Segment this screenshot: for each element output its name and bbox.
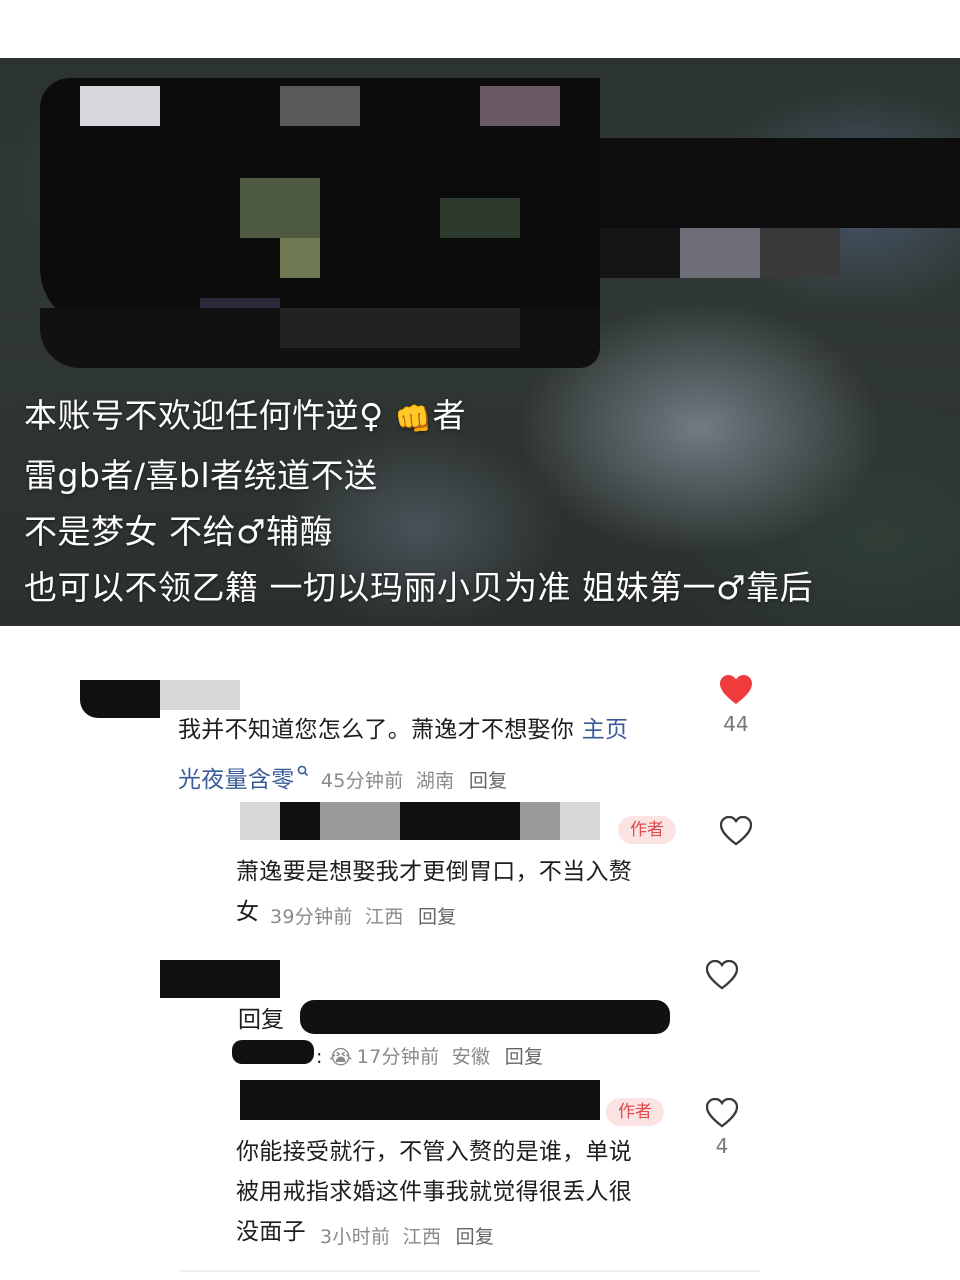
comment-meta: : 😭 17分钟前 安徽 回复: [316, 1045, 544, 1069]
redacted-username: [400, 802, 520, 840]
crying-baby-icon: 😭: [329, 1045, 353, 1069]
bio-line-2: 雷gb者/喜bl者绕道不送: [24, 456, 378, 495]
author-badge: 作者: [618, 816, 676, 844]
reply-button[interactable]: 回复: [469, 770, 508, 792]
profile-link[interactable]: 主页: [582, 717, 629, 743]
like-button[interactable]: [704, 816, 768, 846]
reply-button[interactable]: 回复: [456, 1226, 495, 1248]
redacted-username: [240, 802, 280, 840]
bio-line-1: 本账号不欢迎任何忤逆♀ 👊者: [24, 388, 952, 448]
comment-time: 45分钟前: [320, 770, 404, 792]
comment-meta: 光夜量含零 45分钟前 湖南 回复: [178, 760, 507, 794]
reply-button[interactable]: 回复: [505, 1046, 544, 1068]
profile-bio: 本账号不欢迎任何忤逆♀ 👊者 雷gb者/喜bl者绕道不送 不是梦女 不给♂辅酶 …: [24, 388, 952, 616]
comment-meta: 3小时前 江西 回复: [320, 1222, 494, 1249]
redacted-username: [560, 802, 600, 840]
comment-location: 江西: [365, 906, 404, 928]
heart-outline-icon: [720, 816, 752, 846]
heart-outline-icon: [706, 1098, 738, 1128]
heart-outline-icon: [706, 960, 738, 990]
profile-banner: 本账号不欢迎任何忤逆♀ 👊者 雷gb者/喜bl者绕道不送 不是梦女 不给♂辅酶 …: [0, 58, 960, 626]
bio-line-3: 不是梦女 不给♂辅酶: [24, 512, 334, 551]
redacted-username: [520, 802, 560, 840]
like-button[interactable]: 4: [690, 1098, 754, 1158]
redacted-username: [280, 802, 320, 840]
search-icon: [297, 765, 308, 777]
fist-icon: 👊: [394, 402, 433, 437]
redacted-reply-content: [300, 1000, 670, 1034]
author-badge: 作者: [606, 1098, 664, 1126]
comment-location: 安徽: [451, 1046, 491, 1068]
like-count: 44: [723, 712, 749, 736]
nickname-link[interactable]: 光夜量含零: [178, 767, 295, 793]
like-button[interactable]: [690, 960, 754, 990]
redacted-username: [160, 680, 240, 710]
comment-section: 我并不知道您怎么了。萧逸才不想娶你 主页 光夜量含零 45分钟前 湖南 回复 4…: [0, 626, 960, 1280]
reply-label: 回复: [238, 1007, 284, 1033]
redacted-username: [320, 802, 400, 840]
redacted-username: [80, 680, 160, 718]
redacted-username: [240, 1080, 600, 1120]
reply-button[interactable]: 回复: [418, 906, 457, 928]
divider: [180, 1270, 760, 1272]
redacted-reply-target: [232, 1040, 314, 1064]
comment-location: 江西: [402, 1226, 442, 1248]
redacted-username: [160, 960, 280, 998]
pixelated-redaction: [40, 78, 960, 378]
comment-meta: 39分钟前 江西 回复: [270, 902, 457, 929]
heart-filled-icon: [720, 675, 752, 704]
comment-time: 39分钟前: [270, 906, 353, 928]
comment-time: 3小时前: [320, 1226, 391, 1248]
bio-line-4: 也可以不领乙籍 一切以玛丽小贝为准 姐妹第一♂靠后: [24, 568, 814, 607]
like-count: 4: [715, 1134, 729, 1158]
comment-time: 17分钟前: [356, 1046, 440, 1068]
comment-text[interactable]: 我并不知道您怎么了。萧逸才不想娶你 主页: [178, 710, 698, 750]
comment-location: 湖南: [415, 770, 455, 792]
like-button[interactable]: 44: [704, 674, 768, 736]
